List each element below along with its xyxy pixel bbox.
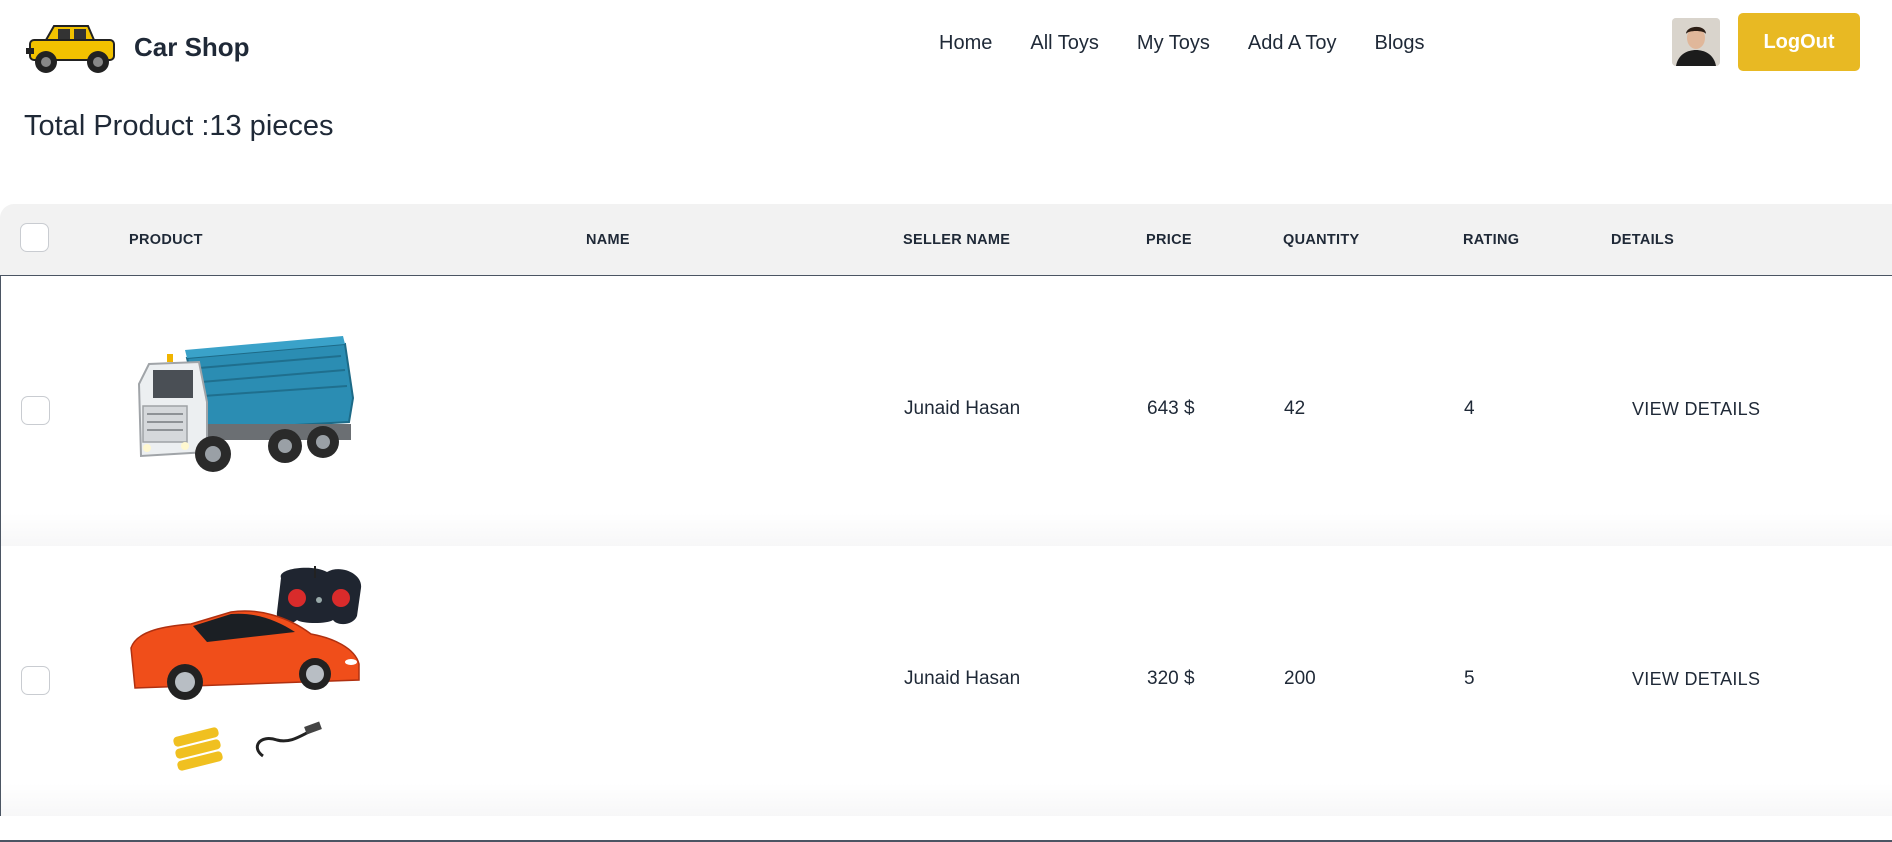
table-header: PRODUCT NAME SELLER NAME PRICE QUANTITY … <box>0 204 1892 276</box>
price: 320 $ <box>1147 668 1195 689</box>
view-details-button[interactable]: VIEW DETAILS <box>1632 669 1760 690</box>
rc-sports-car-image <box>130 566 362 771</box>
header-details: DETAILS <box>1611 232 1675 248</box>
table-row: Junaid Hasan 320 $ 200 5 VIEW DETAILS <box>0 546 1892 816</box>
page-title: Total Product :13 pieces <box>24 110 334 142</box>
logout-button[interactable]: LogOut <box>1738 13 1860 71</box>
user-avatar[interactable] <box>1672 18 1720 66</box>
header-price: PRICE <box>1146 232 1192 248</box>
nav-menu: Home All Toys My Toys Add A Toy Blogs <box>920 28 1444 59</box>
header-name: NAME <box>586 232 630 248</box>
quantity: 42 <box>1284 398 1306 419</box>
header-seller-name: SELLER NAME <box>903 232 1011 248</box>
seller-name: Junaid Hasan <box>904 398 1021 419</box>
seller-name: Junaid Hasan <box>904 668 1021 689</box>
quantity: 200 <box>1284 668 1316 689</box>
brand-name: Car Shop <box>134 31 250 62</box>
row-checkbox[interactable] <box>21 666 50 695</box>
navbar: Car Shop Home All Toys My Toys Add A Toy… <box>0 0 1892 86</box>
dump-truck-image <box>137 336 355 472</box>
table-row: Junaid Hasan 643 $ 42 4 VIEW DETAILS <box>0 276 1892 546</box>
nav-my-toys[interactable]: My Toys <box>1118 28 1229 59</box>
price: 643 $ <box>1147 398 1195 419</box>
header-product: PRODUCT <box>129 232 203 248</box>
header-rating: RATING <box>1463 232 1520 248</box>
rating: 5 <box>1464 668 1475 689</box>
jeep-logo-icon <box>26 25 115 73</box>
brand[interactable]: Car Shop <box>24 18 250 76</box>
nav-blogs[interactable]: Blogs <box>1355 28 1443 59</box>
select-all-checkbox[interactable] <box>20 223 49 252</box>
rating: 4 <box>1464 398 1475 419</box>
nav-add-a-toy[interactable]: Add A Toy <box>1229 28 1356 59</box>
nav-home[interactable]: Home <box>920 28 1011 59</box>
view-details-button[interactable]: VIEW DETAILS <box>1632 399 1760 420</box>
header-quantity: QUANTITY <box>1283 232 1360 248</box>
products-table: PRODUCT NAME SELLER NAME PRICE QUANTITY … <box>0 204 1892 842</box>
user-avatar-icon <box>1672 18 1720 66</box>
row-checkbox[interactable] <box>21 396 50 425</box>
nav-all-toys[interactable]: All Toys <box>1011 28 1118 59</box>
